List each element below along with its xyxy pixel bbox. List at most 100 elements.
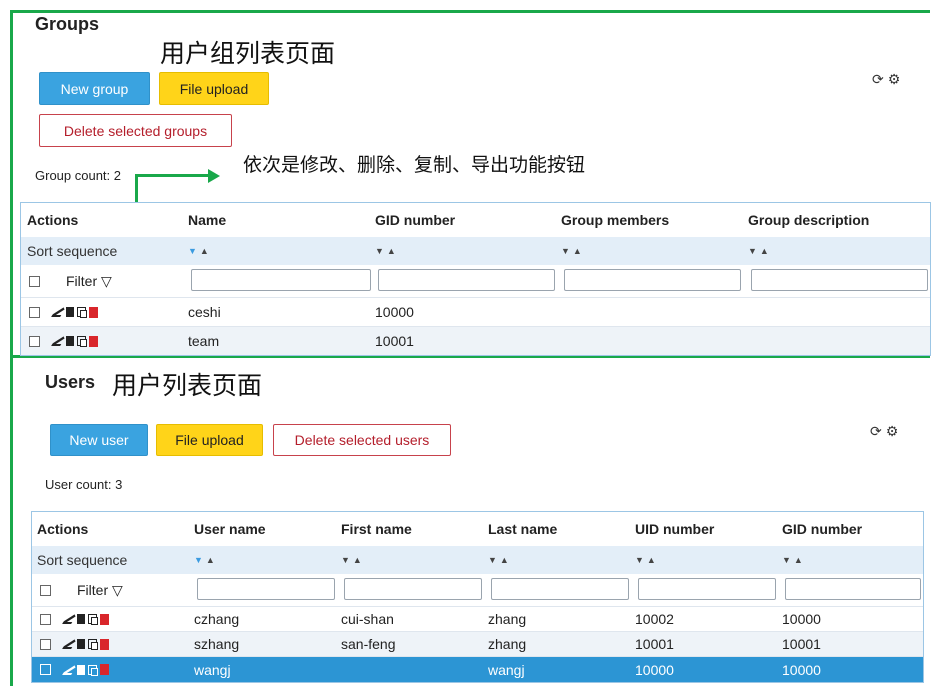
table-row[interactable]: team 10001 xyxy=(21,326,930,355)
row-checkbox[interactable] xyxy=(40,664,51,675)
table-row-selected[interactable]: wangj wangj 10000 10000 xyxy=(32,656,923,682)
user-gid: 10000 xyxy=(782,611,821,627)
new-user-button[interactable]: New user xyxy=(50,424,148,456)
sort-carets[interactable]: ▼▲ xyxy=(341,546,365,574)
column-header[interactable]: GID number xyxy=(782,512,862,546)
user-gid: 10001 xyxy=(782,636,821,652)
table-row[interactable]: czhang cui-shan zhang 10002 10000 xyxy=(32,606,923,631)
user-uid: 10002 xyxy=(635,611,674,627)
filter-input-members[interactable] xyxy=(564,269,741,291)
groups-toolbar-icons: ⟳⚙ xyxy=(872,72,904,88)
delete-icon[interactable] xyxy=(66,336,74,346)
refresh-icon[interactable]: ⟳ xyxy=(872,72,888,88)
edit-icon[interactable] xyxy=(62,639,77,649)
sort-label: Sort sequence xyxy=(37,552,128,568)
user-uid: 10001 xyxy=(635,636,674,652)
users-toolbar-icons: ⟳⚙ xyxy=(870,424,902,440)
sort-carets[interactable]: ▼▲ xyxy=(375,237,399,265)
user-lastname: zhang xyxy=(488,636,527,652)
column-header[interactable]: Last name xyxy=(488,512,557,546)
gear-icon[interactable]: ⚙ xyxy=(888,72,905,88)
delete-icon[interactable] xyxy=(66,307,74,317)
groups-title: Groups xyxy=(35,14,100,34)
copy-icon[interactable] xyxy=(77,336,87,347)
column-header[interactable]: GID number xyxy=(375,203,455,237)
edit-icon[interactable] xyxy=(62,664,77,675)
file-upload-button[interactable]: File upload xyxy=(156,424,263,456)
row-actions xyxy=(29,298,98,326)
filter-input-lastname[interactable] xyxy=(491,578,629,600)
filter-input-gid[interactable] xyxy=(785,578,921,600)
users-title: Users xyxy=(45,372,96,392)
user-username: czhang xyxy=(194,611,240,627)
column-header[interactable]: User name xyxy=(194,512,266,546)
sort-carets[interactable]: ▼▲ xyxy=(748,237,772,265)
user-username: szhang xyxy=(194,636,240,652)
pdf-export-icon[interactable] xyxy=(100,638,109,650)
table-row[interactable]: szhang san-feng zhang 10001 10001 xyxy=(32,631,923,656)
users-table: Actions User name First name Last name U… xyxy=(31,511,924,683)
row-actions xyxy=(40,657,109,682)
copy-icon[interactable] xyxy=(77,307,87,318)
filter-label[interactable]: Filter ▽ xyxy=(66,265,112,297)
column-header[interactable]: Group description xyxy=(748,203,869,237)
filter-row: Filter ▽ xyxy=(21,265,930,297)
refresh-icon[interactable]: ⟳ xyxy=(870,424,886,440)
sort-carets[interactable]: ▼▲ xyxy=(635,546,659,574)
user-lastname: zhang xyxy=(488,611,527,627)
delete-icon[interactable] xyxy=(77,664,85,675)
sort-row: Sort sequence ▼ ▲ ▼▲ ▼▲ ▼▲ xyxy=(21,237,930,265)
annotation-arrowhead xyxy=(208,169,220,183)
pdf-export-icon[interactable] xyxy=(100,664,109,675)
sort-carets[interactable]: ▼▲ xyxy=(188,237,212,265)
filter-input-uid[interactable] xyxy=(638,578,776,600)
sort-carets[interactable]: ▼▲ xyxy=(561,237,585,265)
edit-icon[interactable] xyxy=(51,336,66,346)
column-header[interactable]: First name xyxy=(341,512,412,546)
copy-icon[interactable] xyxy=(88,664,98,676)
row-checkbox[interactable] xyxy=(40,613,51,625)
pdf-export-icon[interactable] xyxy=(100,613,109,625)
edit-icon[interactable] xyxy=(62,614,77,624)
user-uid: 10000 xyxy=(635,661,674,678)
column-header[interactable]: Name xyxy=(188,203,226,237)
filter-input-description[interactable] xyxy=(751,269,928,291)
filter-input-username[interactable] xyxy=(197,578,335,600)
new-group-button[interactable]: New group xyxy=(39,72,150,105)
edit-icon[interactable] xyxy=(51,307,66,317)
table-row[interactable]: ceshi 10000 xyxy=(21,297,930,326)
user-count: User count: 3 xyxy=(45,477,123,492)
annotation-frame-line xyxy=(10,358,13,686)
pdf-export-icon[interactable] xyxy=(89,306,98,318)
delete-icon[interactable] xyxy=(77,639,85,649)
filter-input-firstname[interactable] xyxy=(344,578,482,600)
row-actions xyxy=(40,607,109,631)
sort-carets[interactable]: ▼▲ xyxy=(488,546,512,574)
delete-icon[interactable] xyxy=(77,614,85,624)
filter-input-gid[interactable] xyxy=(378,269,555,291)
column-header: Actions xyxy=(37,521,89,537)
row-checkbox[interactable] xyxy=(29,306,40,318)
row-checkbox[interactable] xyxy=(29,335,40,347)
delete-selected-groups-button[interactable]: Delete selected groups xyxy=(39,114,232,147)
filter-label[interactable]: Filter ▽ xyxy=(77,574,123,606)
select-all-checkbox[interactable] xyxy=(40,574,51,606)
column-header[interactable]: Group members xyxy=(561,203,669,237)
filter-input-name[interactable] xyxy=(191,269,371,291)
delete-selected-users-button[interactable]: Delete selected users xyxy=(273,424,451,456)
filter-row: Filter ▽ xyxy=(32,574,923,606)
copy-icon[interactable] xyxy=(88,639,98,650)
copy-icon[interactable] xyxy=(88,614,98,625)
file-upload-button[interactable]: File upload xyxy=(159,72,269,105)
table-header: Actions Name GID number Group members Gr… xyxy=(21,203,930,237)
sort-carets[interactable]: ▼▲ xyxy=(782,546,806,574)
pdf-export-icon[interactable] xyxy=(89,335,98,347)
gear-icon[interactable]: ⚙ xyxy=(886,424,903,440)
row-checkbox[interactable] xyxy=(40,638,51,650)
sort-carets[interactable]: ▼▲ xyxy=(194,546,218,574)
column-header: Actions xyxy=(27,212,79,228)
select-all-checkbox[interactable] xyxy=(29,265,40,297)
group-count: Group count: 2 xyxy=(35,168,121,183)
column-header[interactable]: UID number xyxy=(635,512,714,546)
user-firstname: san-feng xyxy=(341,636,396,652)
